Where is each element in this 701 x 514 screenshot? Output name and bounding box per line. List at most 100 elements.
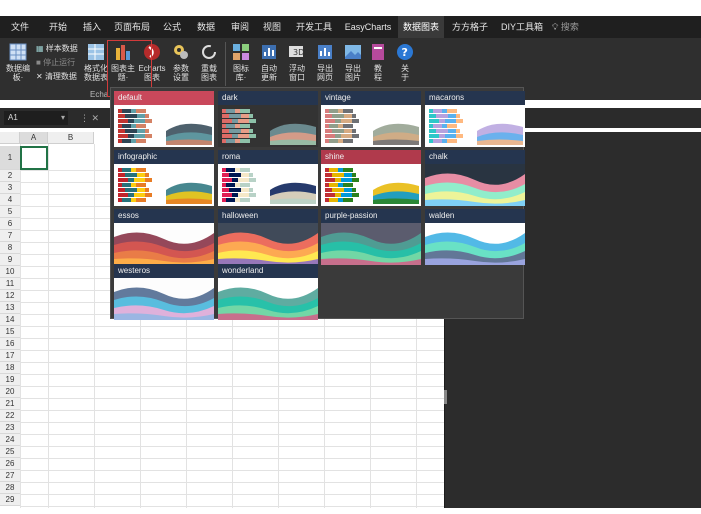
theme-label: shine (321, 150, 421, 164)
row-header[interactable]: 25 (0, 446, 20, 458)
about-button[interactable]: ? 关 于 (394, 42, 416, 82)
ribbon-group-label: Echa (90, 90, 109, 99)
row-header[interactable]: 1 (0, 146, 20, 170)
row-header[interactable]: 15 (0, 326, 20, 338)
row-header[interactable]: 23 (0, 422, 20, 434)
theme-macarons[interactable]: macarons (425, 91, 525, 147)
icon-library-button[interactable]: 图标 库· (228, 42, 254, 82)
row-header[interactable]: 16 (0, 338, 20, 350)
row-header[interactable]: 3 (0, 182, 20, 194)
theme-wonderland[interactable]: wonderland (218, 264, 318, 320)
theme-shine[interactable]: shine (321, 150, 421, 206)
splitter-handle[interactable] (444, 390, 447, 404)
tab-data[interactable]: 数据 (190, 16, 222, 38)
row-header[interactable]: 2 (0, 170, 20, 182)
column-header-a[interactable]: A (20, 132, 48, 144)
theme-preview (321, 223, 421, 265)
auto-update-button[interactable]: 自动 更新 (256, 42, 282, 82)
row-header[interactable]: 8 (0, 242, 20, 254)
theme-vintage[interactable]: vintage (321, 91, 421, 147)
theme-label: purple-passion (321, 209, 421, 223)
tab-insert[interactable]: 插入 (76, 16, 108, 38)
theme-halloween[interactable]: halloween (218, 209, 318, 265)
clean-data-label: 清理数据 (44, 72, 77, 81)
row-header[interactable]: 11 (0, 278, 20, 290)
auto-update-icon (262, 45, 276, 59)
formula-controls: ⋮ ✕ (80, 113, 100, 123)
export-web-icon (318, 45, 332, 59)
row-header[interactable]: 27 (0, 470, 20, 482)
tab-page-layout[interactable]: 页面布局 (110, 16, 154, 38)
tab-home[interactable]: 开始 (40, 16, 76, 38)
row-header[interactable]: 6 (0, 218, 20, 230)
sample-data-button[interactable]: ▦ 样本数据 (36, 44, 78, 54)
row-header[interactable]: 22 (0, 410, 20, 422)
tab-fangfang[interactable]: 方方格子 (446, 16, 494, 38)
theme-chalk[interactable]: chalk (425, 150, 525, 206)
row-header[interactable]: 4 (0, 194, 20, 206)
theme-label: westeros (114, 264, 214, 278)
theme-westeros[interactable]: westeros (114, 264, 214, 320)
reload-chart-label: 重载 图表 (201, 64, 217, 82)
theme-purple-passion[interactable]: purple-passion (321, 209, 421, 265)
tab-file[interactable]: 文件 (4, 16, 36, 38)
row-header[interactable]: 18 (0, 362, 20, 374)
tab-data-charts[interactable]: 数据图表 (398, 16, 444, 38)
tab-view[interactable]: 视图 (256, 16, 288, 38)
row-header[interactable]: 10 (0, 266, 20, 278)
row-header[interactable]: 13 (0, 302, 20, 314)
data-panel-button[interactable]: 数据编 板· (4, 42, 32, 82)
row-header[interactable]: 26 (0, 458, 20, 470)
column-header-b[interactable]: B (48, 132, 94, 144)
theme-walden[interactable]: walden (425, 209, 525, 265)
tab-diy-toolbox[interactable]: DIY工具箱 (496, 16, 548, 38)
clean-data-button[interactable]: ✕ 清理数据 (36, 72, 77, 82)
row-header[interactable]: 17 (0, 350, 20, 362)
row-header[interactable]: 24 (0, 434, 20, 446)
sample-data-label: 样本数据 (45, 44, 78, 53)
theme-essos[interactable]: essos (114, 209, 214, 265)
row-header[interactable]: 9 (0, 254, 20, 266)
row-header[interactable]: 12 (0, 290, 20, 302)
tab-easycharts[interactable]: EasyCharts (340, 16, 396, 38)
theme-label: default (114, 91, 214, 105)
export-image-button[interactable]: 导出 图片 (340, 42, 366, 82)
param-settings-button[interactable]: 参数 设置 (168, 42, 194, 82)
lightbulb-icon: 💡︎ (552, 22, 559, 32)
row-header[interactable]: 20 (0, 386, 20, 398)
tab-formulas[interactable]: 公式 (156, 16, 188, 38)
reload-chart-button[interactable]: 重载 图表 (196, 42, 222, 82)
row-header[interactable]: 5 (0, 206, 20, 218)
row-header[interactable]: 21 (0, 398, 20, 410)
row-header[interactable]: 29 (0, 494, 20, 506)
float-window-button[interactable]: 3D 浮动 窗口 (284, 42, 310, 82)
grid-column-line (48, 144, 49, 514)
tab-review[interactable]: 审阅 (224, 16, 256, 38)
theme-infographic[interactable]: infographic (114, 150, 214, 206)
grid-icon (9, 43, 27, 61)
theme-default[interactable]: default (114, 91, 214, 147)
theme-roma[interactable]: roma (218, 150, 318, 206)
row-header[interactable]: 7 (0, 230, 20, 242)
table-icon: ▦ (36, 44, 44, 53)
row-header[interactable]: 28 (0, 482, 20, 494)
theme-preview (218, 278, 318, 320)
theme-preview (321, 164, 421, 206)
theme-preview (425, 223, 525, 265)
icon-library-label: 图标 库· (233, 64, 249, 82)
theme-dark[interactable]: dark (218, 91, 318, 147)
select-all-corner[interactable] (0, 132, 20, 144)
stop-run-label: 停止运行 (43, 58, 76, 67)
format-table-button[interactable]: 格式化 数据表 (82, 42, 110, 82)
row-header[interactable]: 19 (0, 374, 20, 386)
name-box[interactable]: A1 ▾ (4, 111, 68, 125)
search-box[interactable]: 💡︎ 搜索 (552, 16, 592, 38)
row-header[interactable]: 14 (0, 314, 20, 326)
active-cell[interactable] (20, 146, 48, 170)
export-web-button[interactable]: 导出 网页 (312, 42, 338, 82)
tutorial-icon (372, 44, 384, 60)
tab-developer[interactable]: 开发工具 (290, 16, 338, 38)
stop-run-button[interactable]: ■ 停止运行 (36, 58, 75, 68)
tutorial-button[interactable]: 教 程 (368, 42, 388, 82)
theme-label: vintage (321, 91, 421, 105)
